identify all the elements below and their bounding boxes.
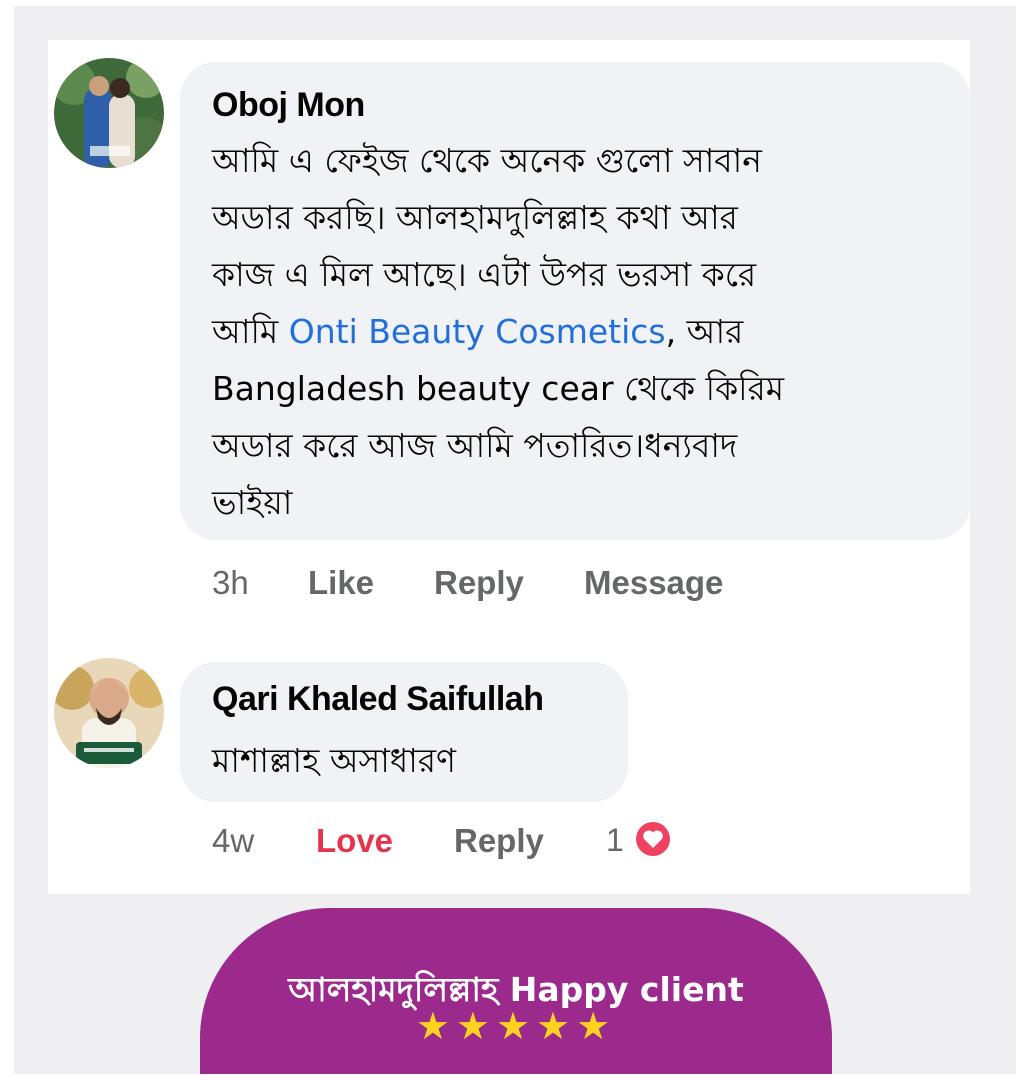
comment-line: আমি এ ফেইজ থেকে অনেক গুলো সাবান: [212, 141, 762, 180]
comment-text: মাশাল্লাহ অসাধারণ: [212, 741, 456, 780]
comment-line: কাজ এ মিল আছে। এটা উপর ভরসা করে: [212, 255, 757, 294]
message-button[interactable]: Message: [584, 564, 723, 602]
comment-line: Bangladesh beauty cear থেকে কিরিম: [212, 369, 785, 408]
comment-line-suffix: , আর: [665, 312, 744, 351]
reply-button[interactable]: Reply: [454, 822, 544, 860]
screenshot-frame: Oboj Mon আমি এ ফেইজ থেকে অনেক গুলো সাবান…: [14, 6, 1016, 1074]
comments-card: Oboj Mon আমি এ ফেইজ থেকে অনেক গুলো সাবান…: [48, 40, 970, 894]
comment-line: ভাইয়া: [212, 483, 293, 522]
comment-line-prefix: আমি: [212, 312, 289, 351]
comment-timestamp[interactable]: 3h: [212, 564, 249, 602]
comment-timestamp[interactable]: 4w: [212, 822, 254, 860]
heart-icon[interactable]: [632, 818, 674, 860]
like-button[interactable]: Like: [308, 564, 374, 602]
reaction-count[interactable]: 1: [606, 822, 624, 859]
rating-stars: ★★★★★: [415, 1004, 617, 1048]
page-mention-link[interactable]: Onti Beauty Cosmetics: [289, 312, 666, 351]
comment-text: আমি এ ফেইজ থেকে অনেক গুলো সাবান অডার করছ…: [212, 132, 952, 531]
comment-author[interactable]: Qari Khaled Saifullah: [212, 680, 544, 719]
comment-line: আমি Onti Beauty Cosmetics, আর: [212, 303, 952, 360]
avatar[interactable]: [54, 658, 164, 768]
love-reaction-button[interactable]: Love: [316, 822, 393, 860]
comment-line: অডার করে আজ আমি পতারিত।ধন্যবাদ: [212, 426, 738, 465]
happy-client-banner: আলহামদুলিল্লাহ Happy client ★★★★★: [200, 908, 832, 1074]
avatar[interactable]: [54, 58, 164, 168]
reply-button[interactable]: Reply: [434, 564, 524, 602]
comment-author[interactable]: Oboj Mon: [212, 86, 365, 125]
comment-line: অডার করছি। আলহামদুলিল্লাহ কথা আর: [212, 198, 738, 237]
